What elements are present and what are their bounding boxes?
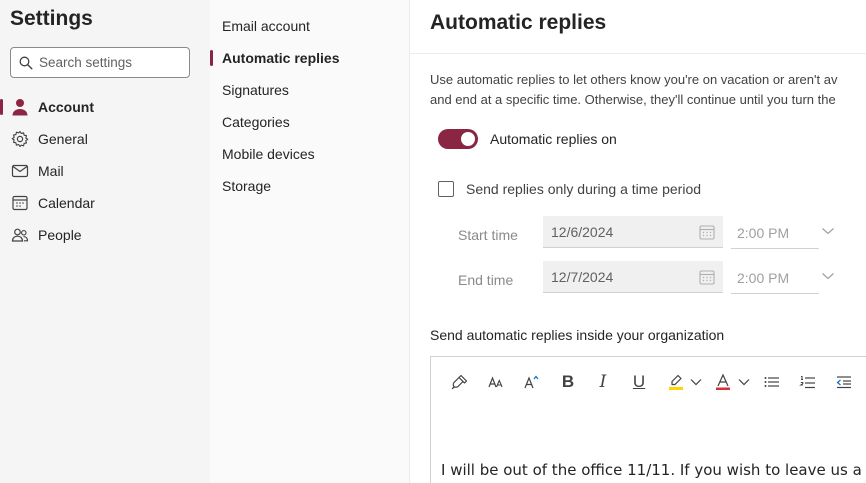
highlight-dropdown[interactable] xyxy=(687,365,705,399)
description-line: Use automatic replies to let others know… xyxy=(430,72,838,87)
increase-font-button[interactable] xyxy=(517,365,547,399)
toggle-label: Automatic replies on xyxy=(490,131,617,147)
highlight-icon xyxy=(669,374,683,390)
toggle-knob xyxy=(461,132,475,146)
description: Use automatic replies to let others know… xyxy=(430,70,866,110)
format-painter-icon xyxy=(451,374,468,390)
automatic-replies-pane: Automatic replies Use automatic replies … xyxy=(410,0,866,483)
time-period-checkbox[interactable] xyxy=(438,181,454,197)
person-icon xyxy=(10,97,30,117)
chevron-down-icon xyxy=(738,379,750,386)
font-color-icon xyxy=(716,373,730,390)
calendar-icon xyxy=(10,193,30,213)
settings-title: Settings xyxy=(10,7,93,30)
time-period-label: Send replies only during a time period xyxy=(466,181,702,197)
decrease-indent-icon xyxy=(836,376,851,389)
end-time-value: 2:00 PM xyxy=(737,269,790,286)
end-date-value: 12/7/2024 xyxy=(551,268,614,285)
numbering-button[interactable] xyxy=(793,365,823,399)
subnav-item-mobile-devices[interactable]: Mobile devices xyxy=(210,138,410,170)
account-subnav-pane: Email account Automatic replies Signatur… xyxy=(210,0,410,483)
time-period-row: Send replies only during a time period xyxy=(438,181,701,197)
calendar-icon xyxy=(699,269,715,285)
format-painter-button[interactable] xyxy=(445,365,475,399)
end-time-dropdown[interactable]: 2:00 PM xyxy=(731,262,819,294)
subnav-item-storage[interactable]: Storage xyxy=(210,170,410,202)
start-time-value: 2:00 PM xyxy=(737,224,790,241)
font-color-button[interactable] xyxy=(708,365,738,399)
nav-item-calendar[interactable]: Calendar xyxy=(0,187,210,219)
decrease-indent-button[interactable] xyxy=(829,365,859,399)
nav-item-label: General xyxy=(38,131,88,147)
page-title: Automatic replies xyxy=(430,11,607,34)
auto-replies-toggle-row: Automatic replies on xyxy=(438,129,617,149)
subnav-item-signatures[interactable]: Signatures xyxy=(210,74,410,106)
message-editor[interactable]: B I U I will be out of the office 11/11.… xyxy=(430,356,866,483)
settings-nav-pane: Settings Account General Mail xyxy=(0,0,210,483)
gear-icon xyxy=(10,129,30,149)
nav-item-mail[interactable]: Mail xyxy=(0,155,210,187)
account-subnav: Email account Automatic replies Signatur… xyxy=(210,10,410,202)
end-time-label: End time xyxy=(458,272,514,288)
description-line: and end at a specific time. Otherwise, t… xyxy=(430,92,836,107)
auto-replies-toggle[interactable] xyxy=(438,129,478,149)
nav-item-label: People xyxy=(38,227,82,243)
divider xyxy=(410,53,866,54)
inside-org-label: Send automatic replies inside your organ… xyxy=(430,327,725,343)
people-icon xyxy=(10,225,30,245)
start-date-value: 12/6/2024 xyxy=(551,223,614,240)
font-size-icon xyxy=(488,376,503,388)
bullets-icon xyxy=(764,377,779,387)
message-body[interactable]: I will be out of the office 11/11. If yo… xyxy=(441,461,866,479)
calendar-icon xyxy=(699,224,715,240)
nav-item-label: Calendar xyxy=(38,195,95,211)
bullets-button[interactable] xyxy=(757,365,787,399)
nav-item-label: Account xyxy=(38,99,94,115)
search-box[interactable] xyxy=(10,47,190,78)
start-time-label: Start time xyxy=(458,227,518,243)
font-color-dropdown[interactable] xyxy=(735,365,753,399)
nav-item-general[interactable]: General xyxy=(0,123,210,155)
underline-button[interactable]: U xyxy=(624,365,654,399)
search-icon xyxy=(19,56,33,70)
subnav-item-email-account[interactable]: Email account xyxy=(210,10,410,42)
search-input[interactable] xyxy=(39,55,179,70)
end-date-field[interactable]: 12/7/2024 xyxy=(543,261,723,293)
increase-font-icon xyxy=(524,375,539,389)
nav-item-people[interactable]: People xyxy=(0,219,210,251)
start-time-dropdown[interactable]: 2:00 PM xyxy=(731,217,819,249)
chevron-down-icon xyxy=(690,379,702,386)
subnav-item-categories[interactable]: Categories xyxy=(210,106,410,138)
italic-button[interactable]: I xyxy=(588,365,618,399)
nav-item-account[interactable]: Account xyxy=(0,91,210,123)
nav-item-label: Mail xyxy=(38,163,64,179)
font-size-button[interactable] xyxy=(481,365,511,399)
chevron-down-icon[interactable] xyxy=(821,271,835,281)
subnav-item-automatic-replies[interactable]: Automatic replies xyxy=(210,42,410,74)
numbering-icon xyxy=(799,376,815,389)
settings-nav: Account General Mail Calendar People xyxy=(0,91,210,251)
start-date-field[interactable]: 12/6/2024 xyxy=(543,216,723,248)
chevron-down-icon[interactable] xyxy=(821,226,835,236)
mail-icon xyxy=(10,161,30,181)
bold-button[interactable]: B xyxy=(553,365,583,399)
